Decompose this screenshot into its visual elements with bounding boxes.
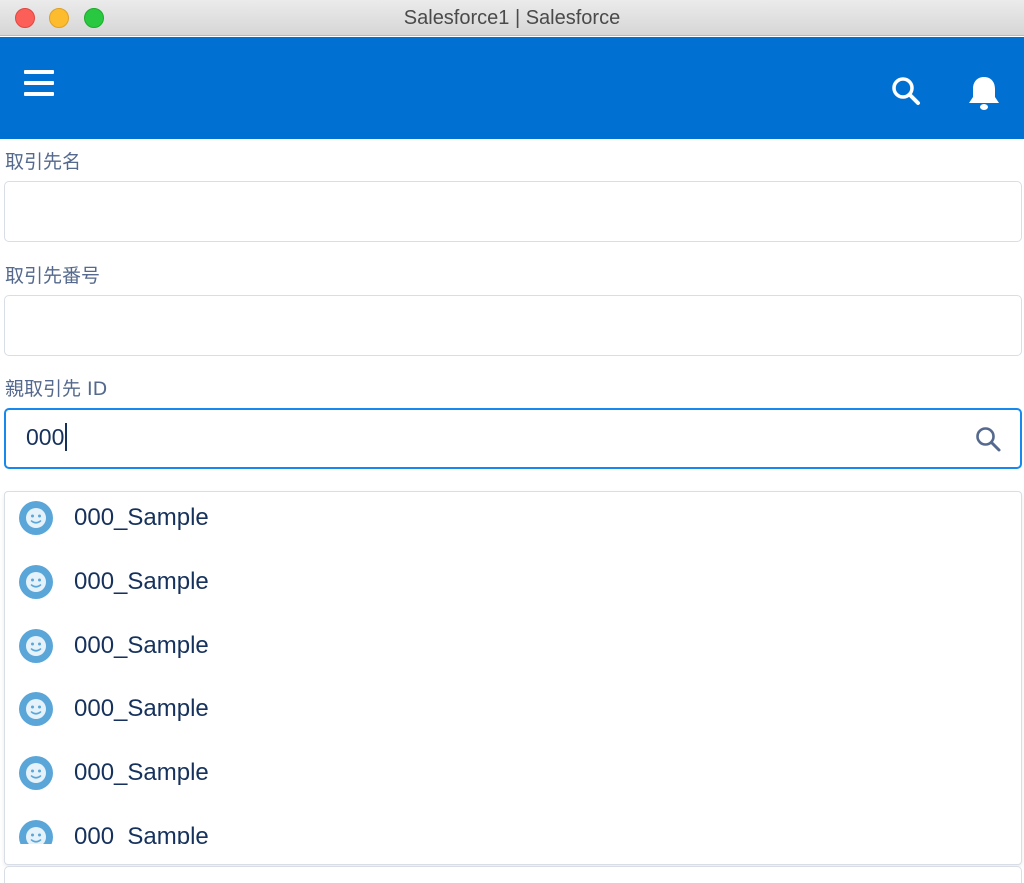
lookup-result-label: 000_Sample (74, 504, 209, 531)
account-name-label: 取引先名 (5, 151, 82, 173)
account-avatar-icon (19, 628, 53, 663)
hamburger-menu-icon[interactable] (24, 70, 54, 96)
parent-id-label: 親取引先 ID (5, 378, 108, 400)
lookup-result-item[interactable]: 000_Sample (5, 542, 1021, 606)
next-field-input[interactable] (4, 866, 1022, 883)
search-icon[interactable] (890, 75, 922, 107)
account-avatar-icon (19, 692, 53, 727)
account-name-input[interactable] (4, 181, 1022, 242)
lookup-result-label: 000_Sample (74, 823, 209, 844)
account-number-input[interactable] (4, 295, 1022, 356)
account-avatar-icon (19, 564, 53, 599)
lookup-result-item[interactable]: 000_Sample (5, 733, 1021, 797)
account-avatar-icon (19, 756, 53, 791)
parent-id-value: 000 (26, 422, 67, 451)
account-avatar-icon (19, 501, 53, 535)
window-titlebar: Salesforce1 | Salesforce (0, 0, 1024, 36)
lookup-result-item[interactable]: 000_Sample (5, 492, 1021, 542)
lookup-result-item[interactable]: 000_Sample (5, 797, 1021, 844)
lookup-result-item[interactable]: 000_Sample (5, 669, 1021, 733)
lookup-result-label: 000_Sample (74, 759, 209, 787)
lookup-results-list: 000_Sample 000_Sample 000_Sample 000_Sample… (5, 492, 1021, 844)
search-icon[interactable] (974, 425, 1002, 453)
account-avatar-icon (19, 820, 53, 844)
account-number-label: 取引先番号 (5, 265, 101, 287)
bell-icon[interactable] (966, 74, 1002, 112)
lookup-results-dropdown: 000_Sample 000_Sample 000_Sample 000_Sample… (4, 491, 1022, 865)
lookup-result-label: 000_Sample (74, 695, 209, 723)
app-header (0, 37, 1024, 139)
lookup-result-label: 000_Sample (74, 631, 209, 659)
lookup-result-item[interactable]: 000_Sample (5, 606, 1021, 670)
parent-id-lookup-input[interactable]: 000 (4, 408, 1022, 469)
lookup-result-label: 000_Sample (74, 567, 209, 595)
window-title: Salesforce1 | Salesforce (403, 7, 621, 29)
text-caret (65, 422, 67, 451)
